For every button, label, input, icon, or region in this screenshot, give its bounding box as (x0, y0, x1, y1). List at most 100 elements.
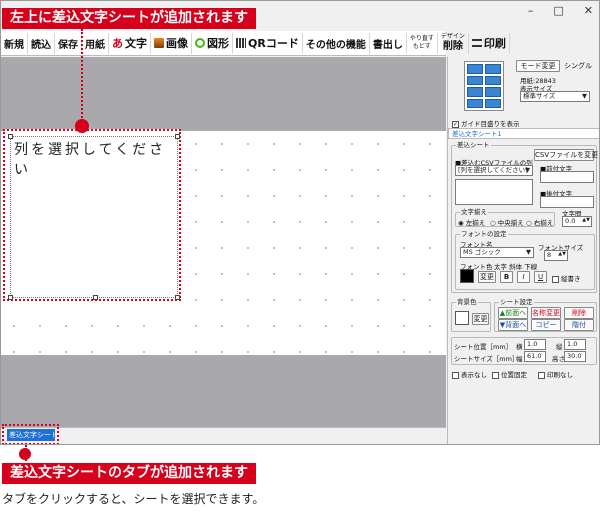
design-delete-button[interactable]: デザイン 削除 (438, 32, 469, 54)
print-button-label: 印刷 (483, 37, 506, 50)
redo-undo-button[interactable]: やり直す もどす (407, 32, 438, 54)
export-button[interactable]: 書出し (370, 32, 407, 54)
checkbox-icon (492, 371, 499, 379)
vertical-label: 縦書き (561, 275, 581, 283)
mode-change-button[interactable]: モード変更 (516, 60, 560, 72)
bg-color-change-button[interactable]: 変更 (472, 313, 489, 325)
other-functions-button[interactable]: その他の機能 (303, 32, 370, 54)
resize-handle[interactable] (8, 134, 13, 139)
image-icon (154, 38, 164, 48)
font-color-swatch[interactable] (460, 269, 474, 283)
rename-button[interactable]: 名称変更 (531, 307, 561, 319)
column-list[interactable] (455, 179, 533, 205)
resize-handle[interactable] (175, 134, 180, 139)
close-button[interactable]: ✕ (584, 4, 593, 17)
properties-panel: モード変更 シングル 用紙:28843 表示サイズ 標準サイズ ▼ ✓ ガイド目盛り… (447, 57, 599, 444)
bg-color-swatch[interactable] (455, 311, 469, 325)
h-input[interactable]: 30.0 (564, 351, 586, 362)
new-button[interactable]: 新規 (1, 32, 28, 54)
display-size-select[interactable]: 標準サイズ ▼ (520, 91, 590, 102)
style-label: 太字 斜体 下線 (494, 263, 538, 271)
vertical-checkbox[interactable]: 縦書き (552, 273, 581, 283)
y-input[interactable]: 1.0 (564, 339, 586, 350)
hide-checkbox[interactable]: 表示なし (452, 369, 487, 379)
align-right-radio[interactable]: ○ 右揃え (526, 217, 553, 227)
spinner-icon: ▲▼ (558, 251, 566, 257)
sheet-position-label: シート位置［mm］ (454, 343, 513, 351)
sheet-inner-frame: 列を選択してください (8, 134, 180, 300)
sheet-text: 列を選択してください (14, 142, 167, 178)
guide-checkbox[interactable]: ✓ ガイド目盛りを表示 (452, 118, 520, 128)
align-group-title: 文字揃え (460, 208, 488, 216)
font-name-value: MS ゴシック (463, 248, 501, 256)
shape-button[interactable]: 図形 (192, 32, 233, 54)
tab-sheet-1[interactable]: 差込文字シート1 (7, 429, 55, 441)
bring-front-button[interactable]: ▲前面へ (498, 307, 528, 319)
font-name-select[interactable]: MS ゴシック ▼ (460, 247, 534, 258)
undo-label: もどす (412, 43, 431, 50)
column-select-value: [列を選択してください] (458, 166, 528, 174)
bg-color-group: 背景色 変更 (451, 298, 491, 332)
x-input[interactable]: 1.0 (524, 339, 546, 350)
checkbox-icon (538, 371, 545, 379)
spinner-icon: ▲▼ (582, 217, 590, 223)
suffix-input[interactable] (540, 196, 594, 208)
spacing-value: 0.0 (565, 217, 576, 225)
font-color-change-button[interactable]: 変更 (478, 271, 496, 283)
delete-sheet-button[interactable]: 削除 (564, 307, 594, 319)
align-center-radio[interactable]: ○ 中央揃え (490, 217, 524, 227)
prefix-input[interactable] (540, 171, 594, 183)
sheet-group-title: 差込シート (456, 141, 491, 149)
open-button[interactable]: 読込 (28, 32, 55, 54)
minimize-button[interactable]: – (528, 4, 534, 17)
copy-button[interactable]: コピー (531, 319, 561, 331)
callout-bottom: 差込文字シートのタブが追加されます (2, 463, 256, 484)
send-back-button[interactable]: ▼背面へ (498, 319, 528, 331)
align-left-radio[interactable]: ◉ 左揃え (458, 217, 485, 227)
lock-label: 位置固定 (501, 371, 527, 379)
qr-button[interactable]: QRコード (233, 32, 303, 54)
font-size-input[interactable]: 8 ▲▼ (544, 250, 568, 261)
tab-highlight: 差込文字シート1 (2, 424, 59, 444)
no-print-checkbox[interactable]: 印刷なし (538, 369, 573, 379)
spacing-input[interactable]: 0.0 ▲▼ (562, 216, 592, 227)
bg-color-title: 背景色 (456, 298, 478, 306)
sheet-settings-group: 差込シート CSVファイルを変更 ■差込むCSVファイルの列 ■前付文字 [列を… (451, 141, 598, 293)
font-size-value: 8 (547, 251, 552, 259)
resize-handle[interactable] (8, 295, 13, 300)
text-button-label: 文字 (125, 37, 147, 50)
paper-button[interactable]: 用紙 (82, 32, 109, 54)
text-button[interactable]: あ文字 (109, 32, 151, 54)
circle-icon (195, 38, 205, 48)
chevron-down-icon: ▼ (526, 248, 531, 256)
align-left-label: 左揃え (465, 219, 486, 227)
italic-button[interactable]: I (517, 271, 530, 283)
sheet-order-group: シート設定 ▲前面へ ▼背面へ 名称変更 コピー 削除 階付 (494, 298, 597, 332)
y-label: 縦 (556, 343, 563, 351)
csv-change-button[interactable]: CSVファイルを変更 (534, 149, 598, 161)
resize-handle[interactable] (175, 295, 180, 300)
sheet-tab-bar (1, 427, 446, 444)
printer-icon (471, 39, 482, 47)
lock-checkbox[interactable]: 位置固定 (492, 369, 527, 379)
bold-button[interactable]: B (500, 271, 513, 283)
layer-button[interactable]: 階付 (564, 319, 594, 331)
callout-top-leader (81, 29, 83, 121)
maximize-button[interactable]: □ (553, 4, 563, 17)
main-toolbar: 新規 読込 保存 用紙 あ文字 画像 図形 QRコード その他の機能 書出し や… (1, 31, 510, 56)
align-right-label: 右揃え (533, 219, 554, 227)
position-group: シート位置［mm］ 横 1.0 縦 1.0 シートサイズ［mm］ 幅 61.0 … (451, 337, 597, 365)
layout-preview-icon (464, 61, 504, 111)
image-button[interactable]: 画像 (151, 32, 192, 54)
print-button[interactable]: 印刷 (469, 32, 510, 54)
no-print-label: 印刷なし (547, 371, 573, 379)
image-button-label: 画像 (166, 37, 188, 50)
w-input[interactable]: 61.0 (524, 351, 546, 362)
selected-text-sheet[interactable]: 列を選択してください (3, 129, 181, 301)
column-select[interactable]: [列を選択してください] ▼ (455, 165, 533, 176)
underline-button[interactable]: U (534, 271, 547, 283)
resize-handle[interactable] (93, 295, 98, 300)
font-group-title: フォントの設定 (460, 230, 508, 238)
sheet-title: 差込文字シート1 (448, 128, 599, 139)
save-button[interactable]: 保存 (55, 32, 82, 54)
